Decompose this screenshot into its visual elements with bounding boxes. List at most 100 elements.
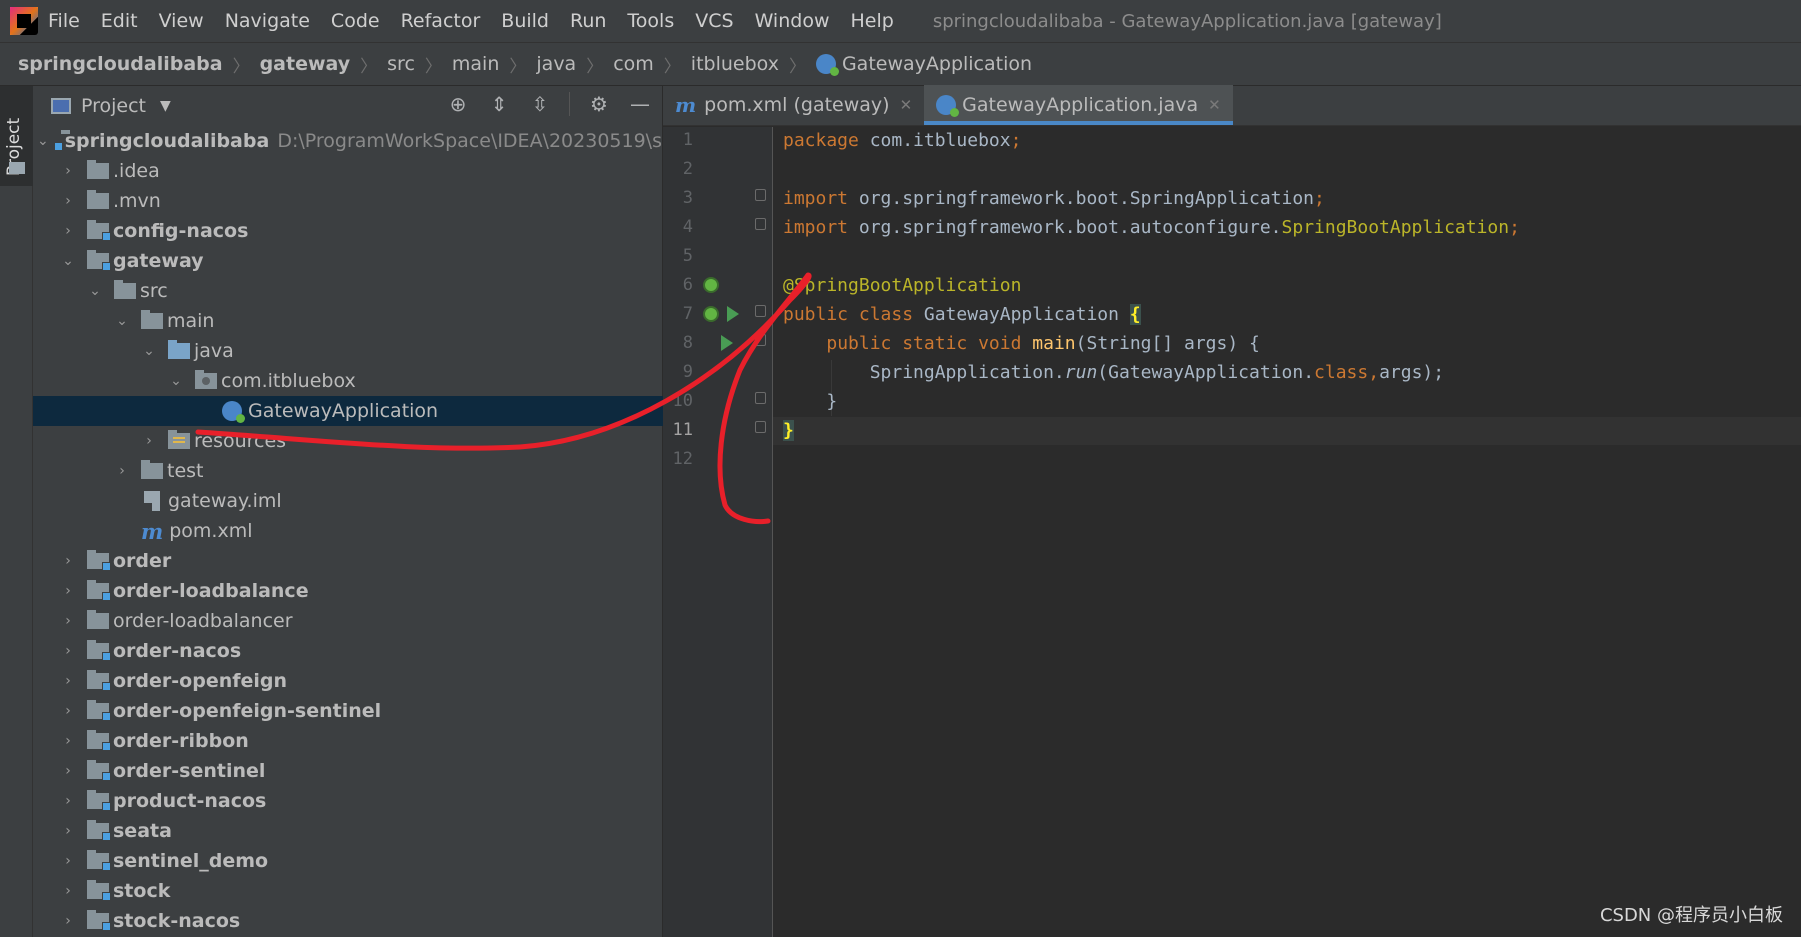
menu-view[interactable]: View: [159, 10, 204, 32]
tree-row-gateway-iml[interactable]: › gateway.iml: [33, 486, 663, 516]
minimize-icon[interactable]: —: [628, 92, 652, 116]
chevron-right-icon[interactable]: ›: [61, 883, 75, 899]
tree-row-product-nacos[interactable]: › product-nacos: [33, 786, 663, 816]
collapse-all-icon[interactable]: ⇳: [528, 92, 552, 116]
tree-row-package[interactable]: ⌄ com.itbluebox: [33, 366, 663, 396]
menu-vcs[interactable]: VCS: [695, 10, 733, 32]
chevron-right-icon[interactable]: ›: [115, 463, 129, 479]
chevron-down-icon[interactable]: ⌄: [88, 283, 102, 299]
tree-row-stock[interactable]: › stock: [33, 876, 663, 906]
fold-icon[interactable]: [755, 218, 766, 230]
chevron-right-icon[interactable]: ›: [61, 763, 75, 779]
tree-row-order[interactable]: › order: [33, 546, 663, 576]
chevron-right-icon[interactable]: ›: [142, 433, 156, 449]
tree-row-order-loadbalance[interactable]: › order-loadbalance: [33, 576, 663, 606]
code-line-3[interactable]: import org.springframework.boot.SpringAp…: [773, 185, 1801, 213]
project-tool-tab[interactable]: Project: [0, 86, 33, 186]
tab-gateway-application[interactable]: GatewayApplication.java ✕: [924, 85, 1233, 125]
chevron-right-icon[interactable]: ›: [61, 163, 75, 179]
tree-row-order-ribbon[interactable]: › order-ribbon: [33, 726, 663, 756]
chevron-right-icon[interactable]: ›: [61, 703, 75, 719]
breadcrumb-item[interactable]: GatewayApplication: [842, 53, 1032, 75]
chevron-right-icon[interactable]: ›: [61, 913, 75, 929]
chevron-down-icon[interactable]: ⌄: [142, 343, 156, 359]
code-line-2[interactable]: [773, 156, 1801, 184]
project-panel-title[interactable]: Project: [81, 95, 146, 117]
chevron-right-icon[interactable]: ›: [61, 583, 75, 599]
tree-row-seata[interactable]: › seata: [33, 816, 663, 846]
menu-code[interactable]: Code: [331, 10, 380, 32]
chevron-right-icon[interactable]: ›: [61, 613, 75, 629]
tree-row-sentinel-demo[interactable]: › sentinel_demo: [33, 846, 663, 876]
run-icon[interactable]: [721, 335, 733, 351]
code-area[interactable]: package com.itbluebox; import org.spring…: [773, 127, 1801, 937]
menu-run[interactable]: Run: [570, 10, 606, 32]
editor-gutter[interactable]: 1 2 3 4 5 6 7 8 9 10 11 12: [663, 127, 773, 937]
chevron-right-icon[interactable]: ›: [61, 823, 75, 839]
menu-navigate[interactable]: Navigate: [225, 10, 310, 32]
tree-row-mvn[interactable]: › .mvn: [33, 186, 663, 216]
tree-row-stock-nacos[interactable]: › stock-nacos: [33, 906, 663, 936]
tree-row-order-sentinel[interactable]: › order-sentinel: [33, 756, 663, 786]
fold-icon[interactable]: [755, 334, 766, 346]
code-line-7[interactable]: public class GatewayApplication {: [773, 301, 1801, 329]
code-line-9[interactable]: SpringApplication.run(GatewayApplication…: [773, 359, 1801, 387]
expand-all-icon[interactable]: ⇕: [487, 92, 511, 116]
tree-row-pom[interactable]: › m pom.xml: [33, 516, 663, 546]
chevron-down-icon[interactable]: ▼: [160, 98, 171, 114]
breadcrumb-item[interactable]: springcloudalibaba: [18, 53, 223, 75]
code-line-5[interactable]: [773, 243, 1801, 271]
code-line-12[interactable]: [773, 446, 1801, 474]
breadcrumb-item[interactable]: main: [452, 53, 499, 75]
tab-pom-xml[interactable]: m pom.xml (gateway) ✕: [663, 85, 924, 125]
tree-row-order-openfeign-sentinel[interactable]: › order-openfeign-sentinel: [33, 696, 663, 726]
tree-row-config-nacos[interactable]: › config-nacos: [33, 216, 663, 246]
chevron-down-icon[interactable]: ⌄: [61, 253, 75, 269]
code-line-10[interactable]: }: [773, 388, 1801, 416]
tree-row-test[interactable]: › test: [33, 456, 663, 486]
code-line-4[interactable]: import org.springframework.boot.autoconf…: [773, 214, 1801, 242]
close-icon[interactable]: ✕: [900, 96, 913, 114]
tree-row-src[interactable]: ⌄ src: [33, 276, 663, 306]
close-icon[interactable]: ✕: [1208, 96, 1221, 114]
chevron-down-icon[interactable]: ⌄: [115, 313, 129, 329]
fold-icon[interactable]: [755, 392, 766, 404]
code-line-1[interactable]: package com.itbluebox;: [773, 127, 1801, 155]
chevron-right-icon[interactable]: ›: [61, 193, 75, 209]
menu-build[interactable]: Build: [501, 10, 549, 32]
chevron-right-icon[interactable]: ›: [61, 673, 75, 689]
menu-help[interactable]: Help: [850, 10, 893, 32]
spring-bean-icon[interactable]: [703, 306, 719, 322]
locate-icon[interactable]: ⊕: [446, 92, 470, 116]
tree-row-main[interactable]: ⌄ main: [33, 306, 663, 336]
code-line-11[interactable]: }: [773, 417, 1801, 445]
tree-row-root[interactable]: ⌄ springcloudalibaba D:\ProgramWorkSpace…: [33, 126, 699, 156]
code-line-6[interactable]: @SpringBootApplication: [773, 272, 1801, 300]
breadcrumb-item[interactable]: src: [387, 53, 415, 75]
chevron-right-icon[interactable]: ›: [61, 733, 75, 749]
chevron-down-icon[interactable]: ⌄: [169, 373, 183, 389]
menu-window[interactable]: Window: [755, 10, 830, 32]
chevron-down-icon[interactable]: ⌄: [37, 133, 49, 149]
chevron-right-icon[interactable]: ›: [61, 553, 75, 569]
breadcrumb-item[interactable]: itbluebox: [691, 53, 779, 75]
tree-row-java[interactable]: ⌄ java: [33, 336, 663, 366]
gear-icon[interactable]: ⚙: [587, 92, 611, 116]
tree-row-order-loadbalancer[interactable]: › order-loadbalancer: [33, 606, 663, 636]
menu-file[interactable]: File: [48, 10, 80, 32]
chevron-right-icon[interactable]: ›: [61, 643, 75, 659]
menu-edit[interactable]: Edit: [101, 10, 138, 32]
tree-row-order-nacos[interactable]: › order-nacos: [33, 636, 663, 666]
tree-row-idea[interactable]: › .idea: [33, 156, 663, 186]
chevron-right-icon[interactable]: ›: [61, 853, 75, 869]
spring-bean-icon[interactable]: [703, 277, 719, 293]
tree-row-order-openfeign[interactable]: › order-openfeign: [33, 666, 663, 696]
tree-row-resources[interactable]: › resources: [33, 426, 663, 456]
breadcrumb-item[interactable]: java: [536, 53, 576, 75]
tree-row-gateway-application[interactable]: › GatewayApplication: [33, 396, 663, 426]
fold-icon[interactable]: [755, 305, 766, 317]
breadcrumb-item[interactable]: gateway: [260, 53, 351, 75]
menu-tools[interactable]: Tools: [627, 10, 674, 32]
chevron-right-icon[interactable]: ›: [61, 223, 75, 239]
code-line-8[interactable]: public static void main(String[] args) {: [773, 330, 1801, 358]
